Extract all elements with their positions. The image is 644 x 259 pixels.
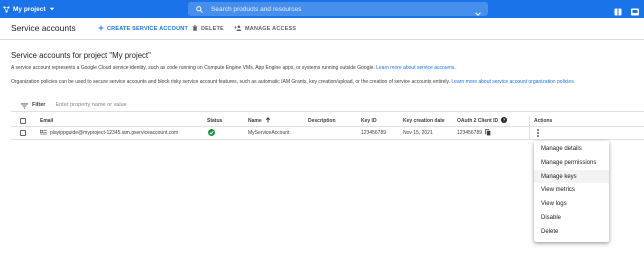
menu-item-manage-details[interactable]: Manage details [534, 142, 609, 155]
search-icon [196, 0, 203, 18]
description-service-accounts: A service account represents a Google Cl… [11, 65, 456, 71]
key-creation-date-cell: Nov 15, 2021 [403, 130, 433, 136]
copy-icon[interactable] [485, 128, 491, 138]
menu-item-manage-permissions[interactable]: Manage permissions [534, 156, 609, 169]
project-icon [3, 5, 10, 13]
more-vert-icon[interactable] [536, 127, 540, 139]
oauth-cell: 123456789 [457, 127, 491, 139]
delete-label: DELETE [201, 26, 224, 32]
page-action-bar: Service accounts CREATE SERVICE ACCOUNT … [0, 18, 644, 40]
table-row[interactable]: playippguide@myproject-12345.iam.gservic… [11, 127, 644, 140]
manage-access-label: MANAGE ACCESS [245, 26, 297, 32]
delete-button[interactable]: DELETE [192, 25, 224, 33]
help-circle-icon[interactable]: ? [501, 117, 508, 125]
description-text: A service account represents a Google Cl… [11, 65, 375, 71]
column-header-actions: Actions [534, 118, 553, 124]
top-app-bar: My project Search products and resources [0, 0, 644, 18]
arrow-up-icon [265, 117, 271, 125]
column-header-status[interactable]: Status [207, 116, 222, 126]
gift-icon[interactable] [613, 4, 623, 16]
filter-label: Filter [32, 101, 46, 108]
filter-input[interactable]: Enter property name or value [55, 102, 126, 108]
project-selector[interactable]: My project [3, 3, 55, 15]
column-header-name[interactable]: Name [248, 116, 271, 126]
add-icon [98, 25, 104, 33]
email-cell[interactable]: playippguide@myproject-12345.iam.gservic… [40, 127, 178, 139]
menu-item-delete[interactable]: Delete [534, 225, 609, 238]
status-cell [208, 127, 215, 139]
menu-item-view-metrics[interactable]: View metrics [534, 183, 609, 196]
service-account-icon [40, 129, 47, 137]
create-service-account-button[interactable]: CREATE SERVICE ACCOUNT [98, 25, 188, 33]
table-header: Email Status Name Description Key ID Key… [11, 116, 644, 127]
notifications-icon[interactable] [630, 4, 640, 16]
section-heading: Service accounts for project "My project… [11, 51, 151, 60]
person-add-icon [234, 25, 242, 33]
email-text: playippguide@myproject-12345.iam.gservic… [50, 130, 179, 136]
trash-icon [192, 25, 198, 33]
select-all-checkbox[interactable] [20, 116, 26, 126]
actions-menu: Manage details Manage permissions Manage… [534, 141, 609, 242]
menu-item-manage-keys[interactable]: Manage keys [534, 170, 609, 183]
create-service-account-label: CREATE SERVICE ACCOUNT [107, 26, 188, 32]
chevron-down-icon [49, 6, 55, 12]
search-bar[interactable]: Search products and resources [188, 2, 488, 16]
project-name: My project [13, 5, 46, 13]
filter-bar[interactable]: Filter Enter property name or value [11, 98, 644, 112]
description-org-policies: Organization policies can be used to sec… [11, 79, 575, 85]
column-header-key-creation-date[interactable]: Key creation date [403, 116, 445, 126]
svg-text:?: ? [503, 118, 506, 123]
manage-access-button[interactable]: MANAGE ACCESS [234, 25, 296, 33]
description-text: Organization policies can be used to sec… [11, 79, 451, 85]
column-header-description[interactable]: Description [308, 116, 336, 126]
menu-item-disable[interactable]: Disable [534, 211, 609, 224]
learn-more-org-policies-link[interactable]: Learn more about service account organiz… [451, 79, 575, 85]
name-header-label: Name [248, 118, 262, 124]
page-title: Service accounts [11, 23, 76, 33]
name-cell: MyServiceAccount [248, 130, 290, 136]
oauth-value: 123456789 [457, 130, 483, 136]
column-header-email[interactable]: Email [40, 116, 53, 126]
column-header-oauth[interactable]: OAuth 2 Client ID ? [457, 116, 508, 126]
filter-icon [21, 96, 28, 114]
row-checkbox[interactable] [20, 127, 26, 139]
menu-item-view-logs[interactable]: View logs [534, 197, 609, 210]
check-circle-icon [208, 128, 215, 138]
search-placeholder: Search products and resources [211, 5, 302, 13]
column-header-key-id[interactable]: Key ID [361, 116, 377, 126]
oauth-header-label: OAuth 2 Client ID [457, 118, 499, 124]
learn-more-service-accounts-link[interactable]: Learn more about service accounts. [376, 65, 456, 71]
key-id-cell: 123456789 [361, 130, 387, 136]
